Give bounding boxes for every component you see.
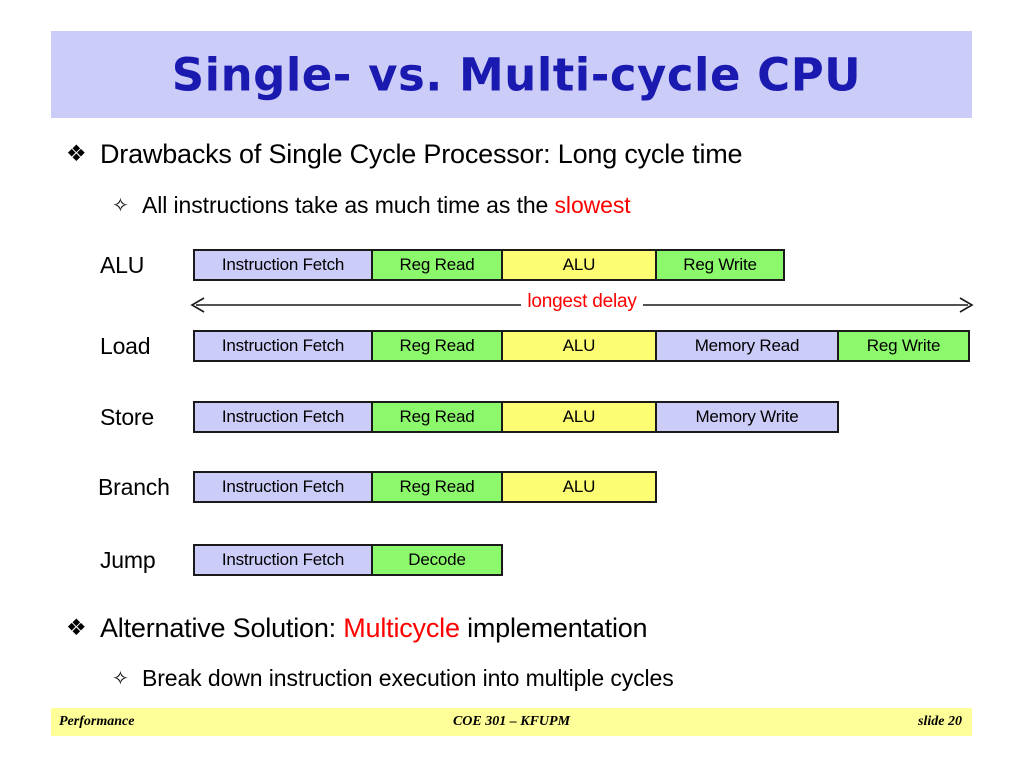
row-label-jump: Jump <box>100 547 156 573</box>
highlight-multicycle: Multicycle <box>343 613 460 643</box>
bullet-break-down-text: Break down instruction execution into mu… <box>142 665 674 691</box>
longest-delay-text: longest delay <box>521 291 643 312</box>
diamond-bullet-icon: ❖ <box>66 614 87 640</box>
block-memory-read: Memory Read <box>655 330 839 362</box>
bullet-alternative-prefix: Alternative Solution: <box>100 613 344 643</box>
table-row: Instruction Fetch Reg Read ALU <box>193 471 657 503</box>
open-diamond-bullet-icon: ✧ <box>112 668 129 690</box>
bullet-alternative-solution: ❖ Alternative Solution: Multicycle implem… <box>66 613 648 644</box>
slide-footer: Performance COE 301 – KFUPM slide 20 <box>51 708 972 736</box>
block-alu: ALU <box>501 330 657 362</box>
block-reg-read: Reg Read <box>371 401 503 433</box>
row-label-store: Store <box>100 404 154 430</box>
longest-delay-arrow: longest delay <box>188 291 976 319</box>
block-instruction-fetch: Instruction Fetch <box>193 471 373 503</box>
block-instruction-fetch: Instruction Fetch <box>193 249 373 281</box>
block-instruction-fetch: Instruction Fetch <box>193 544 373 576</box>
block-alu: ALU <box>501 249 657 281</box>
block-instruction-fetch: Instruction Fetch <box>193 401 373 433</box>
block-instruction-fetch: Instruction Fetch <box>193 330 373 362</box>
row-label-alu: ALU <box>100 252 145 278</box>
block-memory-write: Memory Write <box>655 401 839 433</box>
block-reg-read: Reg Read <box>371 471 503 503</box>
block-reg-write: Reg Write <box>655 249 785 281</box>
table-row: Instruction Fetch Reg Read ALU Memory Wr… <box>193 401 839 433</box>
row-label-load: Load <box>100 333 151 359</box>
table-row: Instruction Fetch Decode <box>193 544 503 576</box>
block-reg-read: Reg Read <box>371 330 503 362</box>
bullet-break-down: ✧ Break down instruction execution into m… <box>112 665 674 692</box>
table-row: Instruction Fetch Reg Read ALU Memory Re… <box>193 330 970 362</box>
row-label-branch: Branch <box>98 474 170 500</box>
longest-delay-label: longest delay <box>188 291 976 313</box>
block-reg-read: Reg Read <box>371 249 503 281</box>
table-row: Instruction Fetch Reg Read ALU Reg Write <box>193 249 785 281</box>
instruction-timing-diagram: ALU Instruction Fetch Reg Read ALU Reg W… <box>0 0 1024 768</box>
block-alu: ALU <box>501 401 657 433</box>
block-alu: ALU <box>501 471 657 503</box>
bullet-alternative-suffix: implementation <box>459 613 648 643</box>
footer-center: COE 301 – KFUPM <box>452 714 571 729</box>
block-decode: Decode <box>371 544 503 576</box>
footer-slide-number: slide 20 <box>918 714 962 729</box>
block-reg-write: Reg Write <box>837 330 970 362</box>
